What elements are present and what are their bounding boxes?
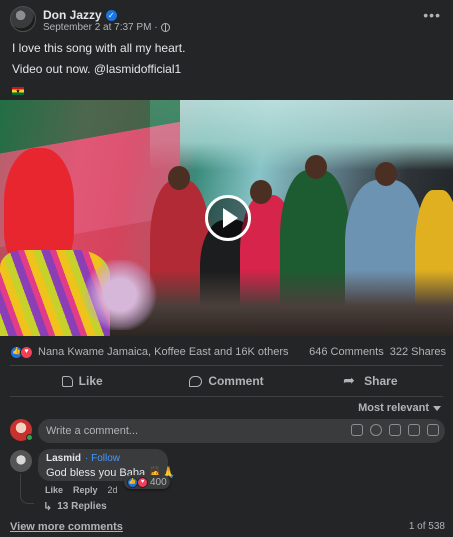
comment-header: Lasmid · Follow xyxy=(46,453,160,464)
author-name-row: Don Jazzy ✓ xyxy=(43,8,117,22)
post-text-line: I love this song with all my heart. xyxy=(12,41,186,55)
shares-count[interactable]: 322 Shares xyxy=(390,346,446,358)
post-header: Don Jazzy ✓ September 2 at 7:37 PM · ••• xyxy=(0,0,453,36)
video-scene xyxy=(375,162,397,186)
commenter-name[interactable]: Lasmid xyxy=(46,453,81,464)
comments-count[interactable]: 646 Comments xyxy=(309,346,384,358)
divider xyxy=(10,396,443,397)
online-status-dot xyxy=(26,434,33,441)
chevron-down-icon xyxy=(433,405,441,411)
comment-input[interactable] xyxy=(46,419,346,443)
follow-link[interactable]: · Follow xyxy=(85,453,120,464)
video-player[interactable] xyxy=(0,100,453,336)
action-bar: Like Comment Share xyxy=(10,369,443,393)
comment-age[interactable]: 2d xyxy=(108,485,118,495)
post-meta: September 2 at 7:37 PM · xyxy=(43,22,170,33)
view-more-comments-link[interactable]: View more comments xyxy=(10,521,123,533)
divider xyxy=(10,365,443,366)
video-scene xyxy=(168,166,190,190)
play-button-icon[interactable] xyxy=(205,195,251,241)
video-scene xyxy=(305,155,327,179)
thumbs-up-icon xyxy=(61,375,73,387)
comment-actions: Like Reply 2d xyxy=(45,485,118,495)
comment-reactions[interactable]: 👍 ♥ 400 xyxy=(124,475,170,489)
video-scene xyxy=(250,180,272,204)
comment-reaction-count: 400 xyxy=(150,476,167,488)
globe-icon xyxy=(160,23,170,32)
reactions-summary[interactable]: Nana Kwame Jamaica, Koffee East and 16K … xyxy=(38,346,289,358)
thread-line xyxy=(20,474,34,504)
view-replies-link[interactable]: ↳ 13 Replies xyxy=(43,500,107,513)
gif-icon[interactable] xyxy=(408,424,420,436)
ghana-flag-icon xyxy=(12,86,24,95)
comment-button[interactable]: Comment xyxy=(154,369,298,393)
commenter-avatar[interactable] xyxy=(10,450,32,472)
replies-count: 13 Replies xyxy=(57,501,107,512)
more-options-button[interactable]: ••• xyxy=(423,8,441,22)
share-arrow-icon xyxy=(343,372,358,389)
author-avatar[interactable] xyxy=(10,6,36,32)
share-label: Share xyxy=(364,374,398,388)
reactions-summary-row: 👍 ♥ Nana Kwame Jamaica, Koffee East and … xyxy=(10,344,446,360)
post-text: I love this song with all my heart. Vide… xyxy=(12,41,442,104)
emoji-icon[interactable] xyxy=(370,424,382,436)
video-scene xyxy=(80,260,160,330)
avatar-sticker-icon[interactable] xyxy=(351,424,363,436)
love-reaction-icon: ♥ xyxy=(137,476,148,488)
sticker-icon[interactable] xyxy=(427,424,439,436)
like-button[interactable]: Like xyxy=(10,369,154,393)
composer-icons xyxy=(351,424,439,436)
facebook-post: Don Jazzy ✓ September 2 at 7:37 PM · •••… xyxy=(0,0,453,537)
comment-label: Comment xyxy=(208,374,264,388)
love-reaction-icon: ♥ xyxy=(20,345,33,359)
author-name[interactable]: Don Jazzy xyxy=(43,8,102,22)
like-label: Like xyxy=(78,374,103,388)
reply-arrow-icon: ↳ xyxy=(43,501,53,513)
video-scene xyxy=(150,100,453,170)
reaction-icons[interactable]: 👍 ♥ xyxy=(10,345,33,359)
comment-sort-dropdown[interactable]: Most relevant xyxy=(358,402,441,414)
share-button[interactable]: Share xyxy=(299,369,443,393)
comment-like-link[interactable]: Like xyxy=(45,485,63,495)
sort-label: Most relevant xyxy=(358,402,429,414)
counts: 646 Comments 322 Shares xyxy=(309,346,446,358)
meta-separator: · xyxy=(154,22,158,33)
post-timestamp[interactable]: September 2 at 7:37 PM xyxy=(43,22,151,33)
post-text-line: Video out now. @lasmidofficial1 xyxy=(12,62,182,76)
comment-bubble-icon xyxy=(189,375,203,387)
verified-badge-icon: ✓ xyxy=(105,9,117,21)
comment-reply-link[interactable]: Reply xyxy=(73,485,98,495)
comment-page-count: 1 of 538 xyxy=(408,521,445,532)
camera-icon[interactable] xyxy=(389,424,401,436)
comment-composer xyxy=(38,419,445,443)
